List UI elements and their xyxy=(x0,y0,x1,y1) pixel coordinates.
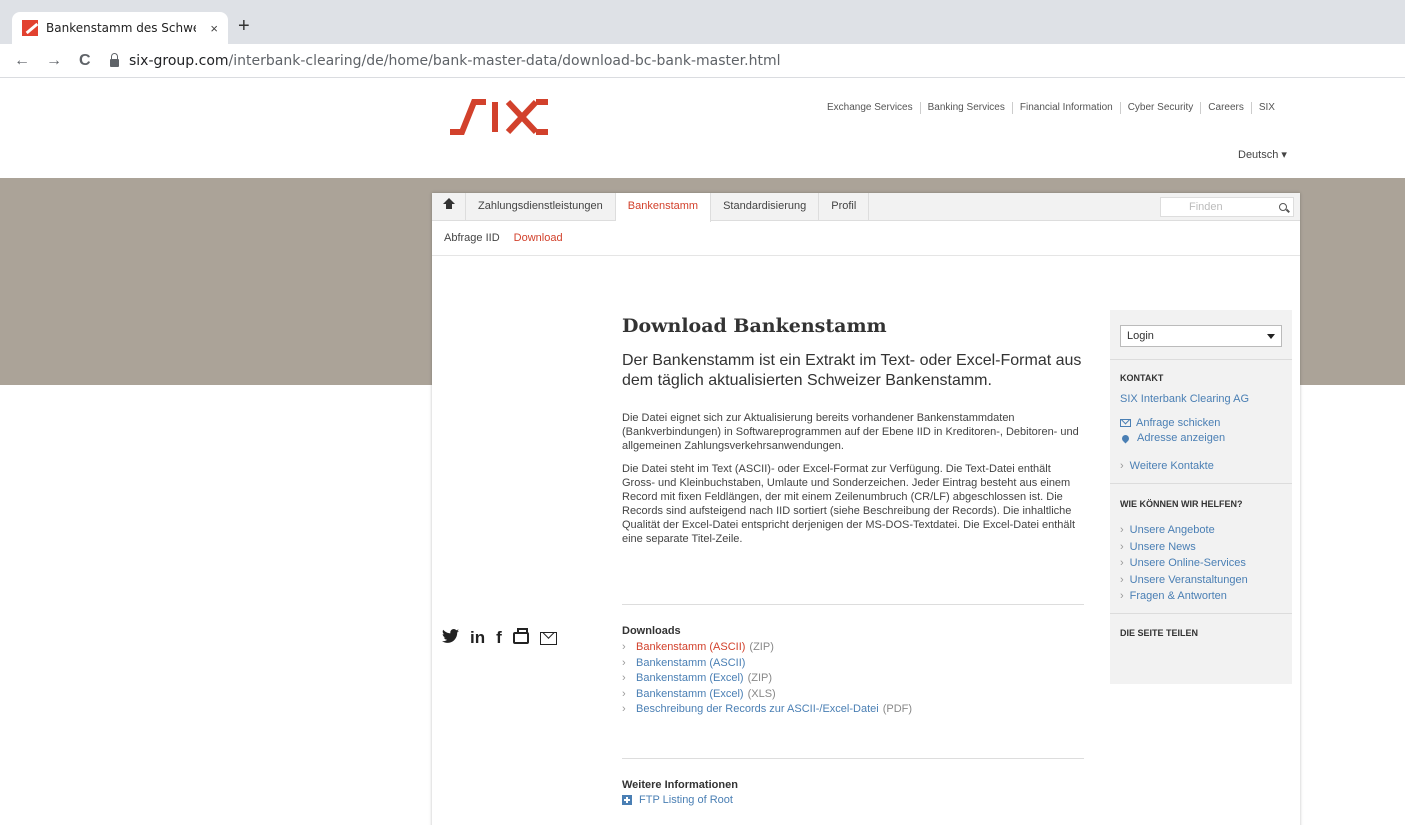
ftp-listing-link[interactable]: FTP Listing of Root xyxy=(622,794,1084,806)
nav-standardisierung[interactable]: Standardisierung xyxy=(711,193,820,220)
chevron-right-icon: › xyxy=(1120,590,1124,602)
downloads-section: Downloads › Bankenstamm (ASCII) (ZIP) › Ban… xyxy=(622,625,1084,718)
home-icon xyxy=(442,198,455,211)
subnav-abfrage-iid[interactable]: Abfrage IID xyxy=(444,232,500,244)
download-link-ascii-zip[interactable]: › Bankenstamm (ASCII) (ZIP) xyxy=(622,640,1084,656)
contact-heading: KONTAKT xyxy=(1120,373,1164,383)
divider xyxy=(1110,359,1292,360)
chevron-right-icon: › xyxy=(622,641,626,653)
topnav-banking-services[interactable]: Banking Services xyxy=(921,102,1013,114)
back-button[interactable]: ← xyxy=(14,51,30,71)
divider xyxy=(622,604,1084,605)
caret-down-icon xyxy=(1267,333,1275,339)
download-link-excel-zip[interactable]: › Bankenstamm (Excel) (ZIP) xyxy=(622,671,1084,687)
sidebar: Login KONTAKT SIX Interbank Clearing AG … xyxy=(1110,310,1292,684)
mail-icon xyxy=(1120,419,1131,427)
share-heading: DIE SEITE TEILEN xyxy=(1120,628,1199,638)
share-icons: in f xyxy=(442,628,557,648)
linkedin-icon[interactable]: in xyxy=(470,628,485,648)
more-info-section: Weitere Informationen FTP Listing of Roo… xyxy=(622,779,1084,806)
six-logo[interactable] xyxy=(448,96,558,136)
download-link-excel-xls[interactable]: › Bankenstamm (Excel) (XLS) xyxy=(622,687,1084,703)
top-navigation: Exchange Services Banking Services Finan… xyxy=(820,102,1282,114)
topnav-cyber-security[interactable]: Cyber Security xyxy=(1121,102,1202,114)
search-icon[interactable] xyxy=(1279,203,1287,211)
facebook-icon[interactable]: f xyxy=(496,628,502,648)
help-link-angebote[interactable]: › Unsere Angebote xyxy=(1120,522,1248,539)
url-path: /interbank-clearing/de/home/bank-master-… xyxy=(228,53,781,69)
divider xyxy=(622,758,1084,759)
chevron-right-icon: › xyxy=(622,672,626,684)
help-heading: WIE KÖNNEN WIR HELFEN? xyxy=(1120,499,1243,509)
chevron-right-icon: › xyxy=(1120,524,1124,536)
paragraph: Die Datei eignet sich zur Aktualisierung… xyxy=(622,412,1079,452)
help-list: › Unsere Angebote › Unsere News › Unsere On… xyxy=(1120,522,1248,605)
topnav-six[interactable]: SIX xyxy=(1252,102,1282,114)
topnav-careers[interactable]: Careers xyxy=(1201,102,1252,114)
nav-zahlungsdienstleistungen[interactable]: Zahlungsdienstleistungen xyxy=(466,193,616,220)
search-input[interactable]: Finden xyxy=(1160,197,1294,217)
chevron-right-icon: › xyxy=(1120,540,1124,553)
language-selector[interactable]: Deutsch ▾ xyxy=(1238,148,1287,161)
topnav-financial-information[interactable]: Financial Information xyxy=(1013,102,1121,114)
divider xyxy=(1110,613,1292,614)
content-card: Zahlungsdienstleistungen Bankenstamm Sta… xyxy=(432,193,1300,825)
sub-navigation: Abfrage IID Download xyxy=(444,232,577,244)
chevron-right-icon: › xyxy=(1120,557,1124,569)
subnav-download[interactable]: Download xyxy=(514,232,563,244)
more-info-heading: Weitere Informationen xyxy=(622,779,738,791)
help-link-news[interactable]: › Unsere News xyxy=(1120,539,1248,556)
location-pin-icon xyxy=(1120,433,1131,443)
login-select[interactable]: Login xyxy=(1120,325,1282,347)
browser-toolbar: ← → C six-group.com/interbank-clearing/d… xyxy=(0,44,1405,78)
url-host: six-group.com xyxy=(129,53,229,69)
address-bar[interactable]: six-group.com/interbank-clearing/de/home… xyxy=(110,49,1400,73)
twitter-icon[interactable] xyxy=(442,628,459,648)
main-navigation: Zahlungsdienstleistungen Bankenstamm Sta… xyxy=(432,193,1300,222)
nav-bankenstamm[interactable]: Bankenstamm xyxy=(615,193,712,222)
divider xyxy=(432,255,1300,256)
new-tab-button[interactable]: + xyxy=(238,16,250,36)
plus-icon xyxy=(622,795,632,805)
divider xyxy=(1110,483,1292,484)
download-link-records-pdf[interactable]: › Beschreibung der Records zur ASCII-/Exc… xyxy=(622,702,1084,718)
login-label: Login xyxy=(1127,330,1154,342)
download-link-ascii[interactable]: › Bankenstamm (ASCII) xyxy=(622,656,1084,672)
page-title: Download Bankenstamm xyxy=(622,315,887,337)
chevron-right-icon: › xyxy=(1120,460,1124,472)
address-link[interactable]: Adresse anzeigen xyxy=(1120,432,1225,444)
home-button[interactable] xyxy=(432,193,466,220)
site-header: Exchange Services Banking Services Finan… xyxy=(0,78,1405,178)
browser-tabstrip: Bankenstamm des Schweizer Zah × + xyxy=(0,0,1405,44)
lock-icon xyxy=(110,53,119,67)
browser-tab[interactable]: Bankenstamm des Schweizer Zah × xyxy=(12,12,228,44)
forward-button[interactable]: → xyxy=(46,51,62,71)
help-link-faq[interactable]: › Fragen & Antworten xyxy=(1120,588,1248,605)
chevron-right-icon: › xyxy=(622,703,626,715)
inquiry-link[interactable]: Anfrage schicken xyxy=(1120,417,1220,429)
more-contacts-link[interactable]: › Weitere Kontakte xyxy=(1120,460,1214,472)
help-link-online-services[interactable]: › Unsere Online-Services xyxy=(1120,555,1248,572)
printer-icon[interactable] xyxy=(512,628,529,644)
six-favicon-icon xyxy=(22,20,38,36)
close-tab-icon[interactable]: × xyxy=(210,21,218,36)
chevron-right-icon: › xyxy=(1120,573,1124,586)
chevron-right-icon: › xyxy=(622,687,626,700)
tab-title: Bankenstamm des Schweizer Zah xyxy=(46,21,196,35)
downloads-heading: Downloads xyxy=(622,625,681,637)
article: Download Bankenstamm Der Bankenstamm ist… xyxy=(622,315,1084,546)
envelope-icon[interactable] xyxy=(539,631,557,645)
topnav-exchange-services[interactable]: Exchange Services xyxy=(820,102,921,114)
nav-profil[interactable]: Profil xyxy=(819,193,870,220)
search-placeholder: Finden xyxy=(1189,201,1223,213)
help-link-veranstaltungen[interactable]: › Unsere Veranstaltungen xyxy=(1120,572,1248,589)
paragraph: Die Datei steht im Text (ASCII)- oder Ex… xyxy=(622,463,1076,545)
company-link[interactable]: SIX Interbank Clearing AG xyxy=(1120,393,1249,405)
lead-text: Der Bankenstamm ist ein Extrakt im Text-… xyxy=(622,352,1082,389)
reload-button[interactable]: C xyxy=(79,51,91,71)
chevron-right-icon: › xyxy=(622,656,626,669)
